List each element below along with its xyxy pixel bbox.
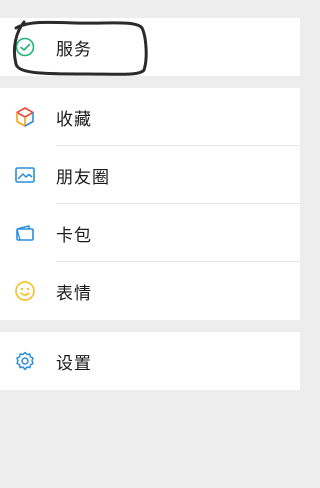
card-wallet-icon (12, 220, 38, 246)
menu-item-moments[interactable]: 朋友圈 (0, 146, 300, 204)
menu-item-label: 收藏 (56, 109, 92, 130)
section-settings: 设置 (0, 332, 300, 390)
section-features: 收藏 朋友圈 卡包 表情 (0, 88, 300, 320)
menu-item-label: 设置 (56, 353, 92, 374)
top-spacer (0, 0, 300, 18)
moments-image-icon (12, 162, 38, 188)
gear-icon (12, 348, 38, 374)
menu-item-stickers[interactable]: 表情 (0, 262, 300, 320)
menu-item-settings[interactable]: 设置 (0, 332, 300, 390)
menu-item-cards[interactable]: 卡包 (0, 204, 300, 262)
me-page: 服务 收藏 朋友圈 卡包 表情 设置 (0, 0, 300, 488)
favorites-cube-icon (12, 104, 38, 130)
menu-item-service[interactable]: 服务 (0, 18, 300, 76)
menu-item-label: 卡包 (56, 225, 92, 246)
menu-item-label: 朋友圈 (56, 167, 110, 188)
section-service: 服务 (0, 18, 300, 76)
smiley-face-icon (12, 278, 38, 304)
menu-item-label: 表情 (56, 283, 92, 304)
menu-item-label: 服务 (56, 39, 92, 60)
menu-item-favorites[interactable]: 收藏 (0, 88, 300, 146)
section-gap (0, 320, 300, 332)
section-gap (0, 76, 300, 88)
service-check-icon (12, 34, 38, 60)
